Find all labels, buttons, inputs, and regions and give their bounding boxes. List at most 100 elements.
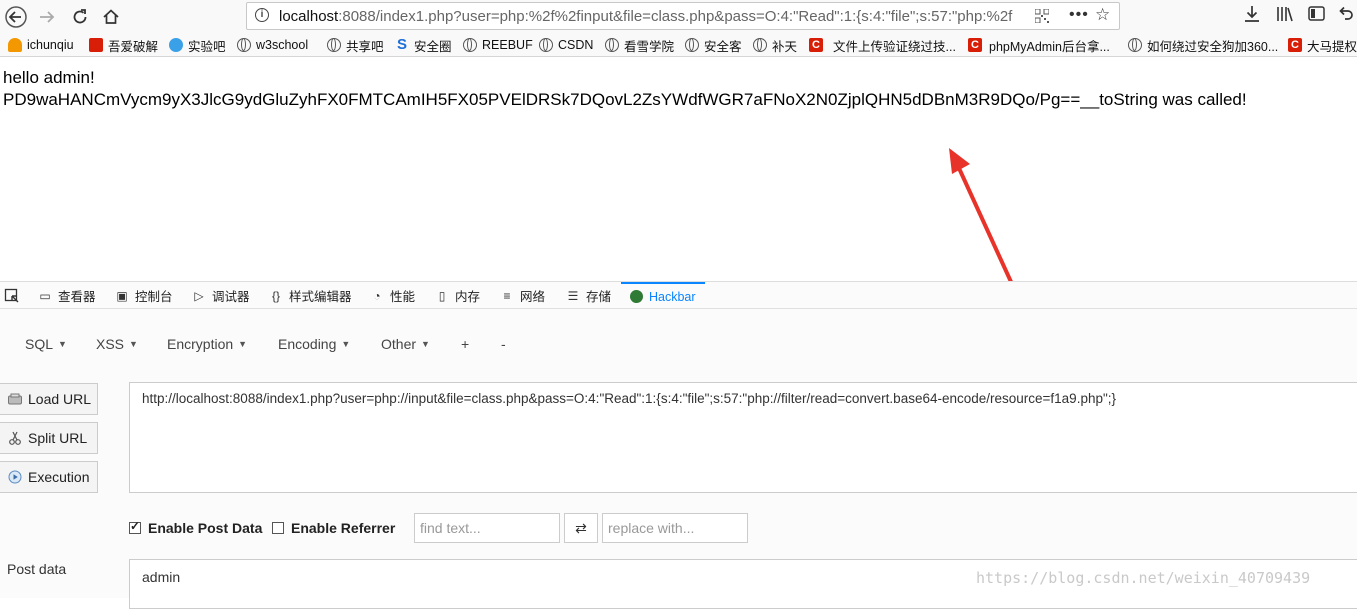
home-icon (103, 9, 119, 24)
caret-down-icon: ▼ (58, 339, 67, 349)
caret-down-icon: ▼ (421, 339, 430, 349)
split-url-button[interactable]: Split URL (0, 422, 98, 454)
post-data-label: Post data (7, 561, 67, 577)
checkbox-checked-icon[interactable] (129, 519, 141, 534)
watermark-text: https://blog.csdn.net/weixin_40709439 (976, 569, 1311, 587)
globe-icon (463, 38, 477, 52)
caret-down-icon: ▼ (238, 339, 248, 349)
bookmark-star-icon[interactable]: ☆ (1095, 5, 1110, 25)
url-path: :8088/index1.php?user=php:%2f%2finput&fi… (338, 8, 1013, 25)
replace-text-input[interactable] (602, 513, 748, 543)
greeting-text: hello admin! (3, 68, 95, 87)
globe-icon (237, 38, 251, 52)
network-icon: ≡ (503, 288, 511, 303)
bookmark-item[interactable]: C 文件上传验证绕过技... (809, 36, 956, 54)
forward-arrow-icon (40, 11, 55, 23)
play-icon (8, 470, 22, 484)
load-url-icon (8, 393, 22, 405)
hackbar-icon (630, 290, 643, 303)
bookmark-item[interactable]: 补天 (753, 36, 797, 54)
bookmark-item[interactable]: 看雪学院 (605, 36, 674, 54)
csdn-icon: C (809, 38, 823, 52)
bookmark-item[interactable]: CSDN (539, 36, 593, 54)
debugger-icon: ▷ (194, 288, 204, 303)
caret-down-icon: ▼ (129, 339, 138, 349)
storage-icon: ☰ (567, 288, 579, 303)
sidebar-icon[interactable] (1308, 5, 1325, 27)
globe-icon (539, 38, 553, 52)
element-picker-button[interactable] (4, 282, 20, 309)
shiyanbar-icon (169, 38, 183, 52)
caret-down-icon: ▼ (341, 339, 351, 349)
bookmark-item[interactable]: CphpMyAdmin后台拿... (968, 36, 1110, 54)
globe-icon (1128, 38, 1142, 52)
swap-button[interactable]: ⇄ (564, 513, 598, 543)
csdn-icon: C (1288, 38, 1302, 52)
url-host: localhost (279, 8, 339, 25)
bookmark-item[interactable]: ichunqiu (8, 36, 74, 54)
execution-button[interactable]: Execution (0, 461, 98, 493)
qr-code-icon[interactable] (1035, 9, 1049, 23)
tab-debugger[interactable]: ▷ 调试器 (192, 282, 249, 309)
bookmark-item[interactable]: C 大马提权 (1288, 36, 1357, 54)
add-button[interactable]: + (461, 336, 469, 352)
bookmark-item[interactable]: S 安全圈 (395, 36, 452, 54)
style-editor-icon: {} (271, 288, 280, 303)
globe-icon (327, 38, 341, 52)
tab-inspector[interactable]: ▭ 查看器 (38, 282, 95, 309)
menu-xss[interactable]: XSS ▼ (96, 336, 138, 352)
csdn-icon: C (968, 38, 982, 52)
menu-encoding[interactable]: Encoding ▼ (278, 336, 350, 352)
globe-icon (753, 38, 767, 52)
reload-button[interactable] (67, 4, 93, 30)
bookmark-item[interactable]: 吾爱破解 (89, 36, 158, 54)
back-button[interactable] (3, 4, 29, 30)
back-arrow-icon (5, 6, 27, 28)
remove-button[interactable]: - (501, 336, 506, 352)
bookmark-item[interactable]: REEBUF (463, 36, 533, 54)
downloads-icon[interactable] (1244, 5, 1260, 28)
site-info-icon[interactable]: i (255, 8, 269, 22)
globe-icon (685, 38, 699, 52)
address-bar[interactable]: i localhost:8088/index1.php?user=php:%2f… (246, 2, 1120, 30)
browser-toolbar: i localhost:8088/index1.php?user=php:%2f… (0, 0, 1357, 33)
tab-style-editor[interactable]: {} 样式编辑器 (269, 282, 352, 309)
page-actions-menu[interactable]: ••• (1069, 6, 1089, 24)
forward-button[interactable] (34, 4, 60, 30)
find-text-input[interactable] (414, 513, 560, 543)
tab-network[interactable]: ≡ 网络 (500, 282, 545, 309)
checkbox-unchecked-icon[interactable] (272, 522, 284, 534)
bookmark-item[interactable]: 共享吧 (327, 36, 384, 54)
encoded-output-text: PD9waHANCmVycm9yX3JlcG9ydGluZyhFX0FMTCAm… (3, 90, 1247, 109)
tab-storage[interactable]: ☰ 存储 (566, 282, 611, 309)
reload-icon (73, 9, 87, 24)
address-url[interactable]: localhost:8088/index1.php?user=php:%2f%2… (279, 8, 1031, 25)
scissors-icon (9, 431, 21, 445)
bookmark-item[interactable]: 如何绕过安全狗加360... (1128, 36, 1278, 54)
undo-arrow-icon[interactable] (1338, 5, 1354, 27)
load-url-button[interactable]: Load URL (0, 383, 98, 415)
enable-referrer-checkbox[interactable]: Enable Referrer (272, 519, 395, 537)
inspector-icon: ▭ (39, 288, 51, 303)
library-icon[interactable] (1276, 5, 1294, 28)
bookmark-item[interactable]: 实验吧 (169, 36, 226, 54)
tab-hackbar[interactable]: Hackbar (621, 282, 705, 309)
bookmark-item[interactable]: 安全客 (685, 36, 742, 54)
tab-memory[interactable]: ▯ 内存 (435, 282, 480, 309)
tab-performance[interactable]: ◔ 性能 (370, 282, 415, 309)
menu-encryption[interactable]: Encryption ▼ (167, 336, 247, 352)
menu-other[interactable]: Other ▼ (381, 336, 430, 352)
anquanquan-icon: S (396, 36, 407, 53)
bookmark-item[interactable]: w3school (237, 36, 308, 54)
ichunqiu-icon (8, 38, 22, 52)
globe-icon (605, 38, 619, 52)
home-button[interactable] (98, 4, 124, 30)
picker-icon (4, 288, 19, 302)
console-icon: ▣ (116, 288, 128, 303)
url-textarea[interactable]: http://localhost:8088/index1.php?user=ph… (129, 382, 1357, 493)
tab-console[interactable]: ▣ 控制台 (115, 282, 172, 309)
memory-icon: ▯ (438, 288, 446, 303)
page-content: hello admin! PD9waHANCmVycm9yX3JlcG9ydGl… (3, 67, 1247, 111)
enable-post-checkbox[interactable]: Enable Post Data (129, 519, 262, 537)
menu-sql[interactable]: SQL ▼ (25, 336, 67, 352)
